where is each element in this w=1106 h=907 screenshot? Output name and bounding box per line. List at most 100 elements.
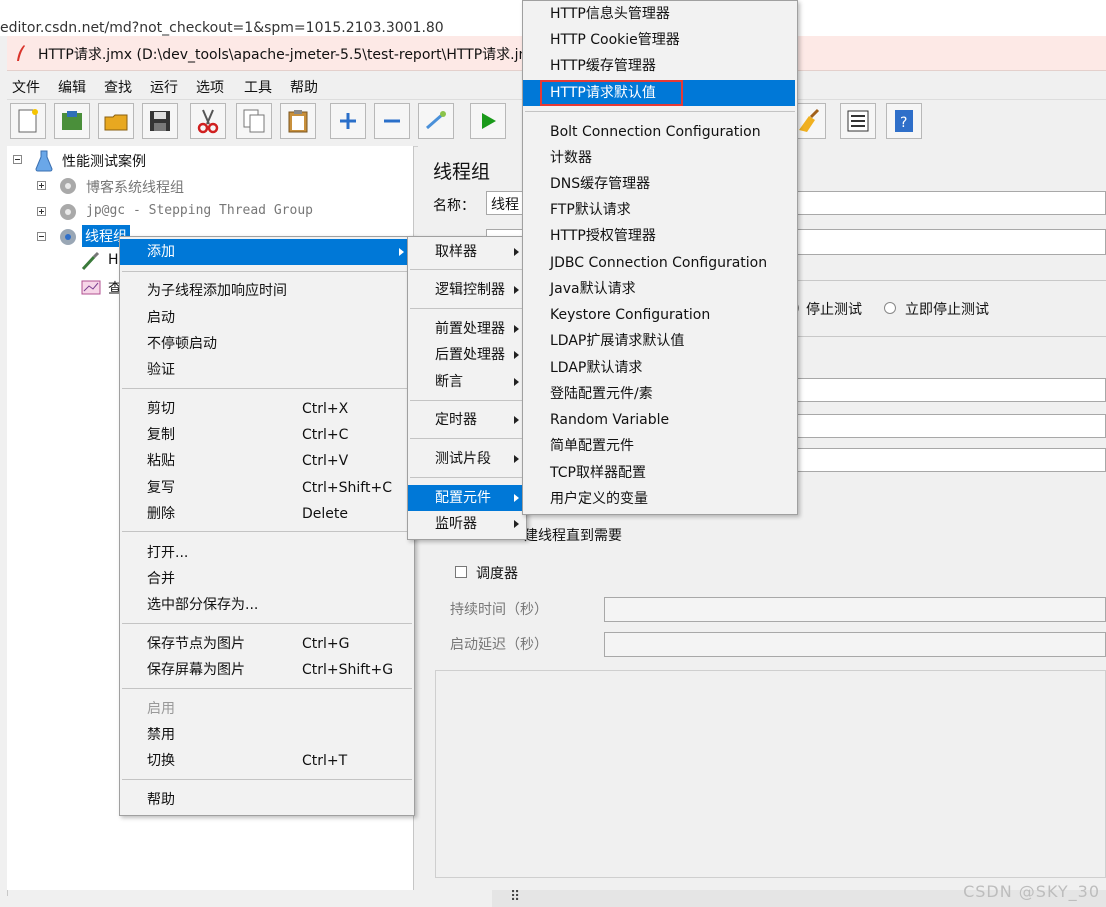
menu-add[interactable]: 添加	[120, 239, 412, 265]
config-item[interactable]: HTTP缓存管理器	[523, 53, 795, 79]
config-item[interactable]: HTTP信息头管理器	[523, 1, 795, 27]
menu-logic-controller[interactable]: 逻辑控制器	[408, 277, 524, 303]
pipette-sampler-icon	[81, 251, 100, 271]
plus-icon	[340, 113, 356, 129]
menu-post-processor[interactable]: 后置处理器	[408, 342, 524, 368]
tree-collapse-toggle[interactable]	[37, 232, 46, 241]
window-title: HTTP请求.jmx (D:\dev_tools\apache-jmeter-5…	[38, 47, 541, 63]
startup-delay-field[interactable]	[604, 632, 1106, 657]
tree-item-stepping-thread-group[interactable]: jp@gc - Stepping Thread Group	[86, 203, 313, 218]
menu-timer[interactable]: 定时器	[408, 407, 524, 433]
config-item[interactable]: Keystore Configuration	[523, 302, 795, 328]
menu-merge[interactable]: 合并	[120, 566, 412, 592]
config-item[interactable]: TCP取样器配置	[523, 460, 795, 486]
expand-all-button[interactable]	[330, 103, 366, 139]
open-button[interactable]	[98, 103, 134, 139]
config-item[interactable]: Java默认请求	[523, 276, 795, 302]
config-item[interactable]: 用户定义的变量	[523, 486, 795, 512]
cut-button[interactable]	[190, 103, 226, 139]
menu-validate[interactable]: 验证	[120, 357, 412, 383]
save-disk-icon	[150, 111, 170, 131]
threads-field[interactable]	[790, 378, 1106, 402]
svg-text:?: ?	[900, 115, 907, 131]
menu-save-node-image[interactable]: 保存节点为图片 Ctrl+G	[120, 631, 412, 657]
menu-disable[interactable]: 禁用	[120, 722, 412, 748]
tree-expand-toggle[interactable]	[37, 207, 46, 216]
name-label: 名称：	[433, 198, 475, 214]
name-field-value: 线程	[491, 197, 519, 213]
config-item[interactable]: FTP默认请求	[523, 197, 795, 223]
new-button[interactable]	[10, 103, 46, 139]
menu-enable: 启用	[147, 701, 175, 717]
duration-field[interactable]	[604, 597, 1106, 622]
menu-sampler[interactable]: 取样器	[408, 239, 524, 265]
tree-expand-toggle[interactable]	[37, 181, 46, 190]
config-item[interactable]: LDAP默认请求	[523, 355, 795, 381]
new-file-icon	[18, 109, 38, 133]
context-menu: 添加 为子线程添加响应时间 启动 不停顿启动 验证 剪切 Ctrl+X 复制 Ctr…	[119, 236, 415, 816]
gear-icon	[60, 178, 76, 194]
broom-icon	[799, 108, 820, 132]
menu-copy[interactable]: 复制 Ctrl+C	[120, 422, 412, 448]
watermark: CSDN @SKY_30	[963, 882, 1100, 901]
menu-help[interactable]: 帮助	[290, 77, 318, 97]
menu-toggle[interactable]: 切换 Ctrl+T	[120, 748, 412, 774]
tree-root-label[interactable]: 性能测试案例	[62, 151, 146, 171]
copy-button[interactable]	[236, 103, 272, 139]
toggle-button[interactable]	[418, 103, 454, 139]
menu-open[interactable]: 打开...	[120, 540, 412, 566]
config-item[interactable]: JDBC Connection Configuration	[523, 250, 795, 276]
config-item[interactable]: 简单配置元件	[523, 433, 795, 459]
tree-item-blog-thread-group[interactable]: 博客系统线程组	[86, 177, 184, 197]
menu-config-element[interactable]: 配置元件	[408, 485, 524, 511]
menu-run[interactable]: 运行	[150, 77, 178, 97]
config-item[interactable]: DNS缓存管理器	[523, 171, 795, 197]
collapse-all-button[interactable]	[374, 103, 410, 139]
config-item[interactable]: HTTP Cookie管理器	[523, 27, 795, 53]
config-item[interactable]: 计数器	[523, 145, 795, 171]
menu-file[interactable]: 文件	[12, 77, 40, 97]
save-button[interactable]	[142, 103, 178, 139]
menu-save-selection[interactable]: 选中部分保存为...	[120, 592, 412, 618]
stop-now-radio[interactable]	[884, 302, 896, 314]
browser-url-text: editor.csdn.net/md?not_checkout=1&spm=10…	[0, 20, 444, 36]
menu-duplicate[interactable]: 复写 Ctrl+Shift+C	[120, 475, 412, 501]
menu-help-item[interactable]: 帮助	[120, 787, 412, 813]
config-item[interactable]: HTTP授权管理器	[523, 223, 795, 249]
menu-cut[interactable]: 剪切 Ctrl+X	[120, 396, 412, 422]
config-item[interactable]: LDAP扩展请求默认值	[523, 328, 795, 354]
menu-edit[interactable]: 编辑	[58, 77, 86, 97]
menu-start-no-pause[interactable]: 不停顿启动	[120, 331, 412, 357]
templates-button[interactable]	[54, 103, 90, 139]
menu-start[interactable]: 启动	[120, 305, 412, 331]
panel-title: 线程组	[433, 161, 491, 183]
help-book-icon: ?	[895, 110, 913, 132]
drag-handle-icon: ⠿	[510, 889, 521, 905]
menu-add-response-time[interactable]: 为子线程添加响应时间	[120, 278, 412, 304]
scheduler-checkbox[interactable]	[455, 566, 467, 578]
menu-listener[interactable]: 监听器	[408, 511, 524, 537]
function-helper-button[interactable]	[840, 103, 876, 139]
menu-search[interactable]: 查找	[104, 77, 132, 97]
toggle-wand-icon	[426, 111, 446, 130]
menu-test-fragment[interactable]: 测试片段	[408, 446, 524, 472]
menu-pre-processor[interactable]: 前置处理器	[408, 316, 524, 342]
config-item[interactable]: Bolt Connection Configuration	[523, 119, 795, 145]
tree-collapse-toggle[interactable]	[13, 155, 22, 164]
menu-tools[interactable]: 工具	[244, 77, 272, 97]
loop-count-field[interactable]	[790, 448, 1106, 472]
start-button[interactable]	[470, 103, 506, 139]
stop-test-label: 停止测试	[806, 302, 862, 318]
highlight-annotation-box	[540, 80, 683, 106]
menu-delete[interactable]: 删除 Delete	[120, 501, 412, 527]
tree-item-http-request[interactable]: H	[108, 252, 119, 268]
menu-assertion[interactable]: 断言	[408, 369, 524, 395]
menu-options[interactable]: 选项	[196, 77, 224, 97]
rampup-field[interactable]	[790, 414, 1106, 438]
menu-paste[interactable]: 粘贴 Ctrl+V	[120, 448, 412, 474]
config-item[interactable]: 登陆配置元件/素	[523, 381, 795, 407]
config-item[interactable]: Random Variable	[523, 407, 795, 433]
paste-button[interactable]	[280, 103, 316, 139]
help-button[interactable]: ?	[886, 103, 922, 139]
menu-save-screen-image[interactable]: 保存屏幕为图片 Ctrl+Shift+G	[120, 657, 412, 683]
